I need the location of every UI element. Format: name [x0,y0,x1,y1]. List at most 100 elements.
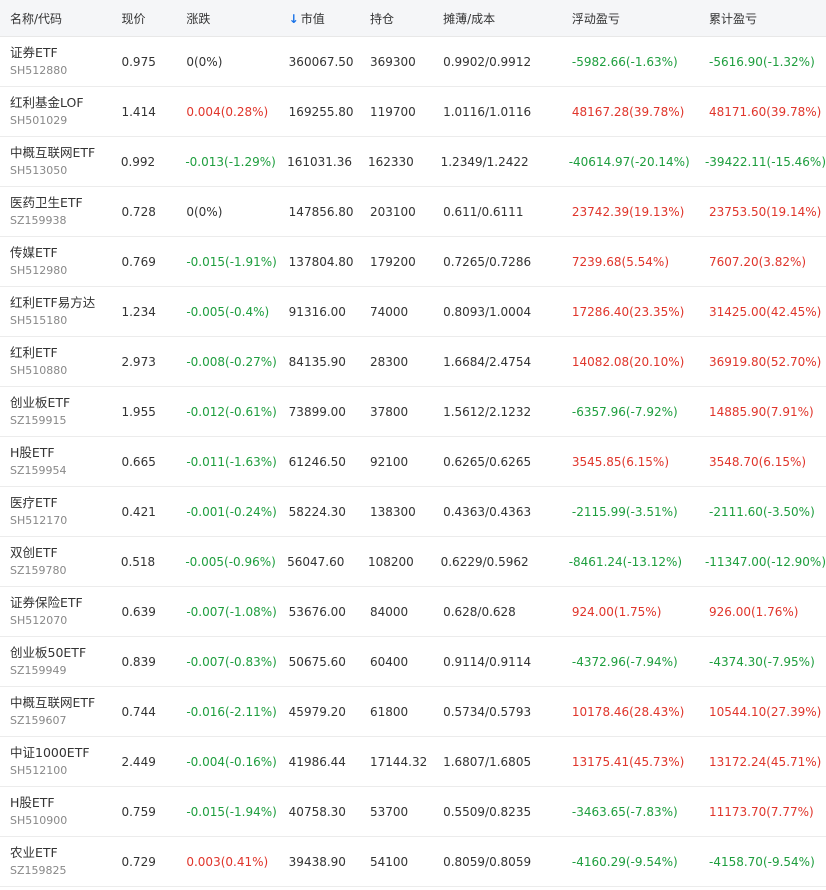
col-header-change[interactable]: 涨跌 [176,10,278,27]
col-header-floating-pl[interactable]: 浮动盈亏 [562,10,699,27]
col-header-cost[interactable]: 摊薄/成本 [433,10,562,27]
current-price: 2.449 [121,754,156,769]
market-value: 360067.50 [288,54,354,69]
table-row[interactable]: 证券保险ETF SH512070 0.639 -0.007(-1.08%) 53676.… [0,587,826,637]
floating-pl: 3545.85(6.15%) [571,454,670,469]
fund-name-cell: 农业ETF SZ159825 [0,844,111,879]
current-price: 1.234 [121,304,156,319]
position-shares: 108200 [367,554,414,569]
fund-name: 证券保险ETF [10,595,83,610]
fund-name: H股ETF [10,795,55,810]
market-value: 84135.90 [288,354,346,369]
fund-name-cell: H股ETF SZ159954 [0,444,111,479]
table-row[interactable]: 医疗ETF SH512170 0.421 -0.001(-0.24%) 58224.30… [0,487,826,537]
market-value: 137804.80 [288,254,354,269]
current-price: 0.728 [121,204,156,219]
cumulative-pl: -4158.70(-9.54%) [708,854,815,869]
market-value: 45979.20 [288,704,346,719]
floating-pl: -6357.96(-7.92%) [571,404,678,419]
current-price: 0.992 [120,154,156,169]
diluted-cost: 0.611/0.6111 [443,204,524,219]
table-row[interactable]: 中概互联网ETF SH513050 0.992 -0.013(-1.29%) 16103… [0,137,826,187]
table-row[interactable]: 农业ETF SZ159825 0.729 0.003(0.41%) 39438.90 54… [0,837,826,887]
position-shares: 17144.32 [369,754,428,769]
fund-name: 创业板50ETF [10,645,87,660]
table-row[interactable]: H股ETF SZ159954 0.665 -0.011(-1.63%) 61246.50… [0,437,826,487]
col-header-price[interactable]: 现价 [111,10,176,27]
price-change: 0.003(0.41%) [186,854,269,869]
table-row[interactable]: 创业板ETF SZ159915 1.955 -0.012(-0.61%) 73899.0… [0,387,826,437]
fund-name: 医疗ETF [10,495,58,510]
cumulative-pl: -5616.90(-1.32%) [708,54,815,69]
table-row[interactable]: 红利ETF易方达 SH515180 1.234 -0.005(-0.4%) 91316.… [0,287,826,337]
diluted-cost: 0.8093/1.0004 [443,304,532,319]
price-change: -0.007(-1.08%) [186,604,277,619]
table-row[interactable]: 证券ETF SH512880 0.975 0(0%) 360067.50 369300 0.… [0,37,826,87]
price-change: -0.004(-0.16%) [186,754,277,769]
position-shares: 60400 [369,654,409,669]
fund-name-cell: 创业板ETF SZ159915 [0,394,111,429]
table-row[interactable]: 医药卫生ETF SZ159938 0.728 0(0%) 147856.80 203100… [0,187,826,237]
cumulative-pl: 7607.20(3.82%) [708,254,807,269]
diluted-cost: 0.628/0.628 [443,604,516,619]
cumulative-pl: -2111.60(-3.50%) [708,504,815,519]
col-header-market-value[interactable]: ↓ 市值 [279,10,360,27]
table-row[interactable]: 红利ETF SH510880 2.973 -0.008(-0.27%) 84135.90… [0,337,826,387]
col-header-market-value-label: 市值 [300,11,325,26]
price-change: -0.005(-0.4%) [186,304,270,319]
price-change: -0.012(-0.61%) [186,404,277,419]
fund-code: SH510880 [10,364,68,377]
table-row[interactable]: 传媒ETF SH512980 0.769 -0.015(-1.91%) 137804.8… [0,237,826,287]
table-row[interactable]: 中概互联网ETF SZ159607 0.744 -0.016(-2.11%) 45979… [0,687,826,737]
table-row[interactable]: 红利基金LOF SH501029 1.414 0.004(0.28%) 169255.8… [0,87,826,137]
table-row[interactable]: 中证1000ETF SH512100 2.449 -0.004(-0.16%) 4198… [0,737,826,787]
floating-pl: 17286.40(23.35%) [571,304,685,319]
table-row[interactable]: 双创ETF SZ159780 0.518 -0.005(-0.96%) 56047.60… [0,537,826,587]
col-header-cumulative-pl[interactable]: 累计盈亏 [699,10,826,27]
cumulative-pl: -11347.00(-12.90%) [704,554,826,569]
floating-pl: 924.00(1.75%) [571,604,662,619]
fund-name: 中证1000ETF [10,745,90,760]
cumulative-pl: 36919.80(52.70%) [708,354,822,369]
fund-name-cell: 红利ETF SH510880 [0,344,111,379]
position-shares: 119700 [369,104,416,119]
position-shares: 162330 [367,154,414,169]
col-header-position[interactable]: 持仓 [360,10,433,27]
fund-name-cell: H股ETF SH510900 [0,794,111,829]
cumulative-pl: -4374.30(-7.95%) [708,654,815,669]
floating-pl: 48167.28(39.78%) [571,104,685,119]
table-header: 名称/代码 现价 涨跌 ↓ 市值 持仓 摊薄/成本 浮动盈亏 累计盈亏 [0,0,826,37]
current-price: 0.665 [121,454,156,469]
cumulative-pl: -39422.11(-15.46%) [704,154,826,169]
floating-pl: 23742.39(19.13%) [571,204,685,219]
current-price: 0.839 [121,654,156,669]
fund-code: SH512980 [10,264,68,277]
floating-pl: -8461.24(-13.12%) [568,554,683,569]
fund-code: SZ159780 [10,564,67,577]
floating-pl: 13175.41(45.73%) [571,754,685,769]
current-price: 0.759 [121,804,156,819]
market-value: 56047.60 [287,554,345,569]
fund-name: 红利基金LOF [10,95,84,110]
col-header-name[interactable]: 名称/代码 [0,10,111,27]
fund-name: 证券ETF [10,45,58,60]
position-shares: 92100 [369,454,409,469]
floating-pl: 10178.46(28.43%) [571,704,685,719]
fund-name: 中概互联网ETF [10,695,96,710]
fund-code: SZ159915 [10,414,67,427]
fund-name-cell: 中证1000ETF SH512100 [0,744,111,779]
price-change: 0(0%) [186,54,223,69]
price-change: 0.004(0.28%) [186,104,269,119]
table-row[interactable]: 创业板50ETF SZ159949 0.839 -0.007(-0.83%) 50675… [0,637,826,687]
market-value: 40758.30 [288,804,346,819]
price-change: 0(0%) [186,204,223,219]
current-price: 1.955 [121,404,156,419]
price-change: -0.011(-1.63%) [186,454,277,469]
market-value: 73899.00 [288,404,346,419]
fund-name: 医药卫生ETF [10,195,83,210]
fund-name: 双创ETF [10,545,58,560]
price-change: -0.007(-0.83%) [186,654,277,669]
cumulative-pl: 23753.50(19.14%) [708,204,822,219]
table-row[interactable]: H股ETF SH510900 0.759 -0.015(-1.94%) 40758.30… [0,787,826,837]
fund-code: SZ159949 [10,664,67,677]
